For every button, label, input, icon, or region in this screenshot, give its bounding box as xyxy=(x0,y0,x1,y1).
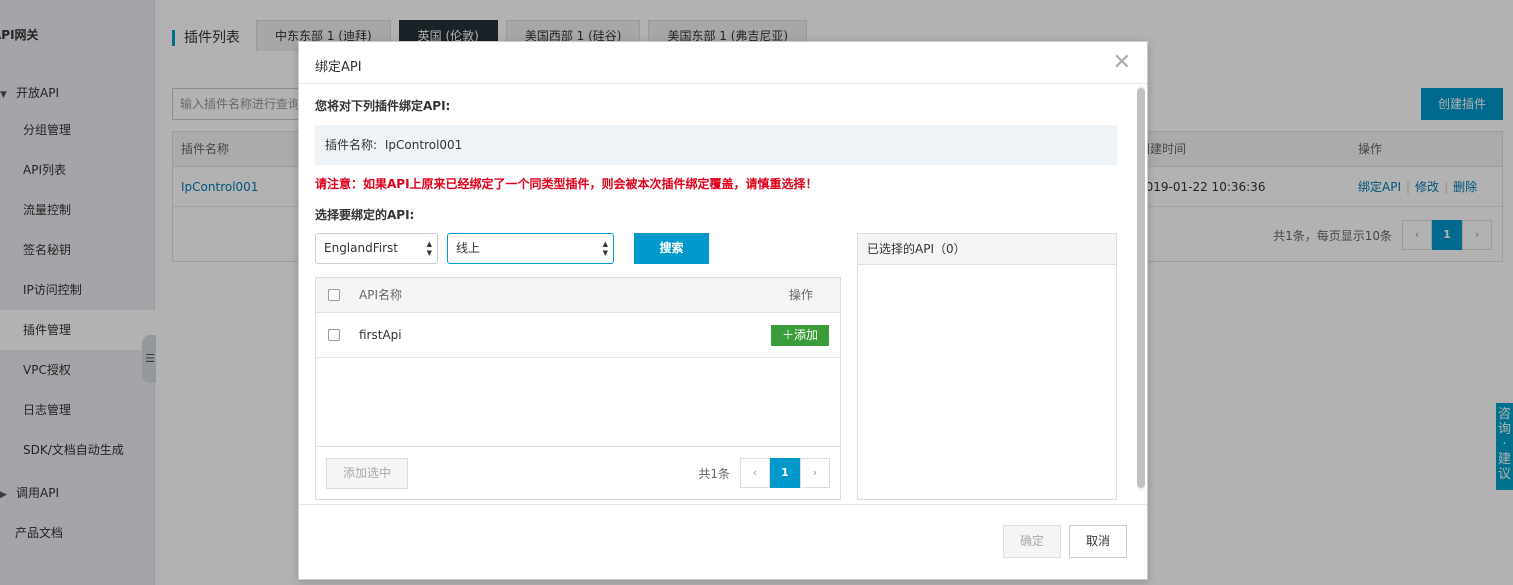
plugin-name-label: 插件名称: xyxy=(325,138,378,152)
environment-select-value: 线上 xyxy=(456,241,481,255)
pagination: 共1条 ‹ 1 › xyxy=(698,458,830,488)
dialog-scrollbar[interactable] xyxy=(1137,86,1145,491)
confirm-button[interactable]: 确定 xyxy=(1003,525,1061,558)
api-table: API名称 操作 firstApi ＋添加 添加选中 共1条 ‹ 1 › xyxy=(315,277,841,500)
page-1-button[interactable]: 1 xyxy=(770,458,800,488)
cancel-button[interactable]: 取消 xyxy=(1069,525,1127,558)
add-selected-button[interactable]: 添加选中 xyxy=(326,458,408,489)
plus-icon: ＋ xyxy=(781,328,794,342)
environment-select[interactable]: 线上 ▲ ▼ xyxy=(447,233,614,264)
search-button[interactable]: 搜索 xyxy=(634,233,709,264)
api-name: firstApi xyxy=(359,328,402,342)
dialog-header: 绑定API ✕ xyxy=(299,42,1147,84)
add-api-button[interactable]: ＋添加 xyxy=(771,325,829,346)
select-all-checkbox[interactable] xyxy=(328,289,340,301)
add-api-button-label: 添加 xyxy=(794,328,819,342)
bind-api-dialog: 绑定API ✕ 您将对下列插件绑定API: 插件名称: IpControl001… xyxy=(298,41,1148,580)
plugin-name-value: IpControl001 xyxy=(384,138,463,152)
overwrite-warning: 请注意：如果API上原来已经绑定了一个同类型插件，则会被本次插件绑定覆盖，请慎重… xyxy=(315,177,818,191)
dialog-footer: 确定 取消 xyxy=(299,504,1147,579)
row-checkbox[interactable] xyxy=(328,329,340,341)
selected-api-title: 已选择的API（0） xyxy=(858,234,1116,265)
column-header-api-name: API名称 xyxy=(359,288,402,302)
prev-page-button[interactable]: ‹ xyxy=(740,458,770,488)
dialog-title: 绑定API xyxy=(315,60,362,75)
pagination-summary: 共1条 xyxy=(698,466,730,481)
next-page-button[interactable]: › xyxy=(800,458,830,488)
dialog-body: 您将对下列插件绑定API: 插件名称: IpControl001 请注意：如果A… xyxy=(299,85,1149,505)
table-header: API名称 操作 xyxy=(316,278,840,313)
dialog-intro: 您将对下列插件绑定API: xyxy=(315,99,451,113)
select-arrows-icon: ▲ ▼ xyxy=(426,240,432,257)
api-group-select[interactable]: EnglandFirst ▲ ▼ xyxy=(315,233,438,264)
selected-api-panel: 已选择的API（0） xyxy=(857,233,1117,500)
api-group-select-value: EnglandFirst xyxy=(324,241,398,255)
scrollbar-thumb[interactable] xyxy=(1137,88,1145,488)
column-header-actions: 操作 xyxy=(789,288,814,302)
select-api-label: 选择要绑定的API: xyxy=(315,208,415,222)
plugin-info-box: 插件名称: IpControl001 xyxy=(315,125,1117,165)
close-icon[interactable]: ✕ xyxy=(1113,51,1131,75)
select-arrows-icon: ▲ ▼ xyxy=(602,240,608,257)
api-table-footer: 添加选中 共1条 ‹ 1 › xyxy=(316,446,840,499)
table-row: firstApi ＋添加 xyxy=(316,313,840,358)
